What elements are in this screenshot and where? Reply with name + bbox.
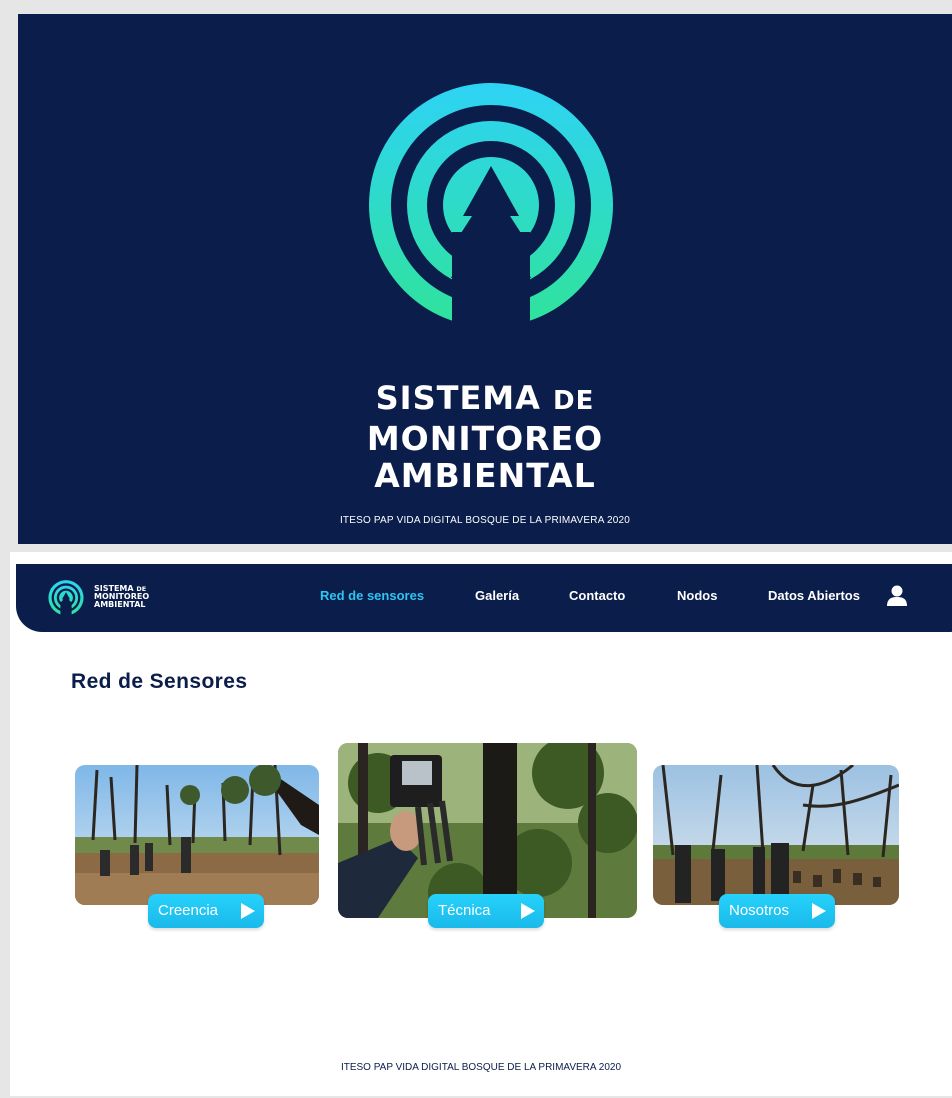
play-icon — [241, 903, 255, 919]
site-footer: ITESO PAP VIDA DIGITAL BOSQUE DE LA PRIM… — [340, 1062, 622, 1073]
nav-contacto[interactable]: Contacto — [569, 588, 625, 603]
splash-title-line1: SISTEMA — [375, 379, 541, 417]
sensor-device-photo — [338, 743, 637, 918]
field-team-photo — [75, 765, 319, 905]
forest-signal-icon — [48, 580, 84, 616]
tecnica-button[interactable]: Técnica — [428, 894, 544, 928]
creencia-button[interactable]: Creencia — [148, 894, 264, 928]
brand-name: SISTEMA DE MONITOREO AMBIENTAL — [94, 585, 149, 609]
forest-walk-photo — [653, 765, 899, 905]
nav-datos-abiertos[interactable]: Datos Abiertos — [768, 588, 860, 603]
tecnica-button-label: Técnica — [438, 902, 491, 919]
user-icon[interactable] — [886, 585, 908, 607]
splash-footer: ITESO PAP VIDA DIGITAL BOSQUE DE LA PRIM… — [339, 515, 631, 526]
splash-title-line2: MONITOREO — [366, 419, 604, 458]
top-navigation-bar: SISTEMA DE MONITOREO AMBIENTAL Red de se… — [16, 564, 952, 632]
splash-title-line3: AMBIENTAL — [374, 456, 596, 495]
nav-nodos[interactable]: Nodos — [677, 588, 717, 603]
splash-title-de: DE — [553, 386, 595, 416]
nav-galeria[interactable]: Galería — [475, 588, 519, 603]
splash-panel: SISTEMA DE MONITOREO AMBIENTAL ITESO PAP… — [18, 14, 952, 544]
nosotros-button-label: Nosotros — [729, 902, 790, 919]
page-title: Red de Sensores — [71, 670, 248, 693]
nav-red-de-sensores[interactable]: Red de sensores — [320, 588, 424, 603]
creencia-button-label: Creencia — [158, 902, 219, 919]
play-icon — [521, 903, 535, 919]
play-icon — [812, 903, 826, 919]
nosotros-button[interactable]: Nosotros — [719, 894, 835, 928]
forest-signal-logo — [369, 83, 613, 327]
site-page: SISTEMA DE MONITOREO AMBIENTAL Red de se… — [10, 552, 952, 1096]
brand-line3: AMBIENTAL — [94, 600, 146, 609]
splash-title: SISTEMA DE MONITOREO AMBIENTAL — [18, 379, 952, 495]
